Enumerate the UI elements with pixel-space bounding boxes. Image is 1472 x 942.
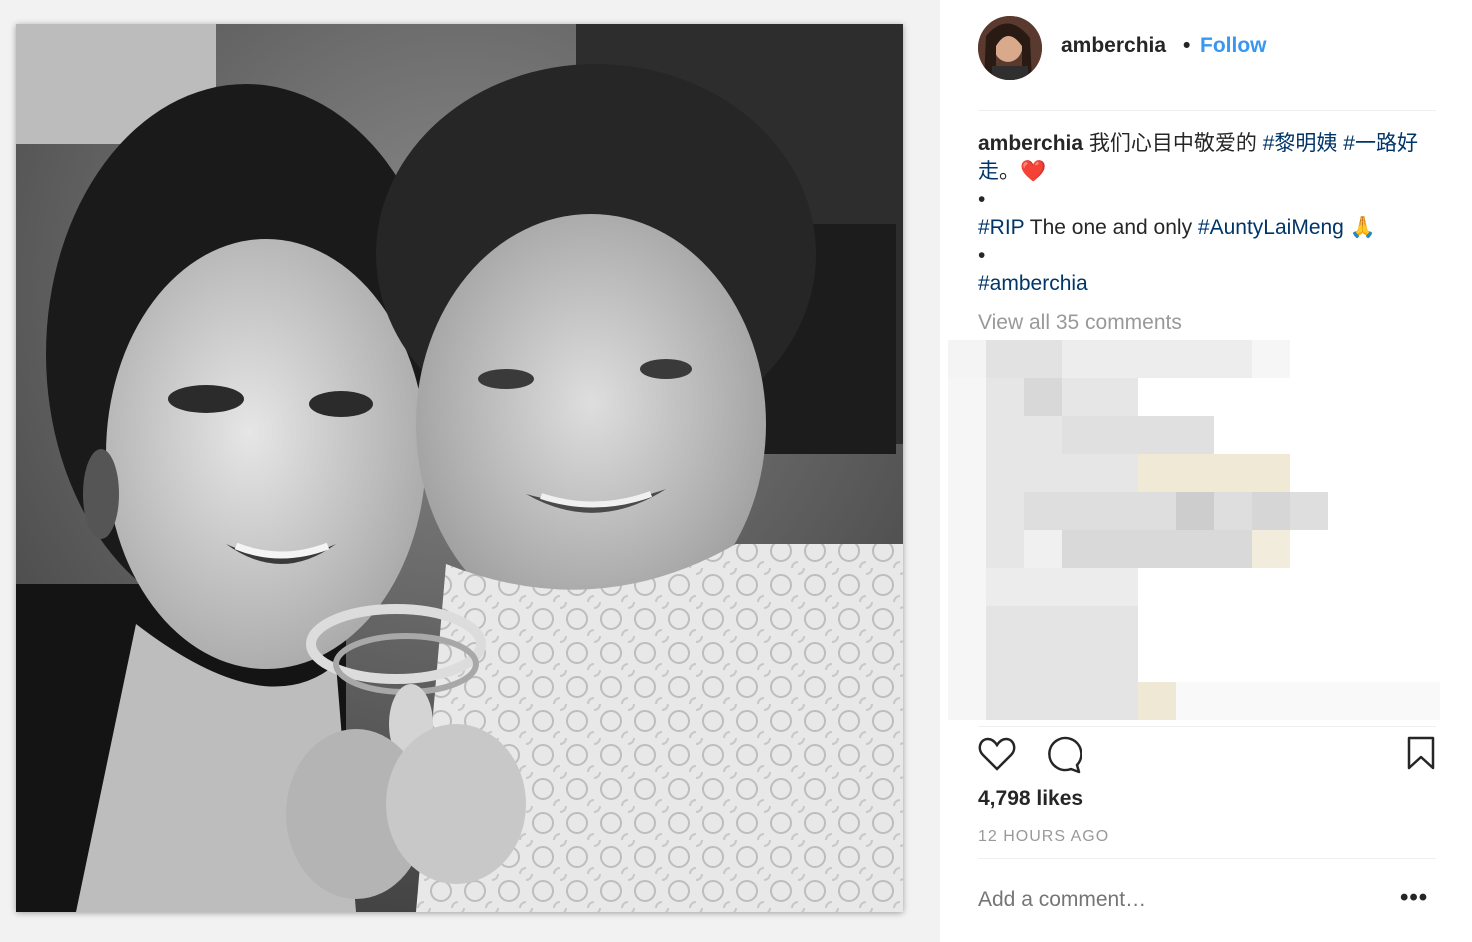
bookmark-icon[interactable] (1406, 736, 1436, 770)
hashtag-link[interactable]: #amberchia (978, 272, 1088, 295)
hashtag-link[interactable]: #黎明姨 (1263, 132, 1338, 155)
view-all-comments-link[interactable]: View all 35 comments (978, 311, 1182, 335)
header-separator: • (1183, 34, 1191, 57)
heart-emoji: ❤️ (1020, 160, 1047, 183)
avatar[interactable] (978, 16, 1042, 80)
post-photo-image (16, 24, 903, 912)
follow-button[interactable]: Follow (1200, 34, 1267, 58)
post-caption: amberchia 我们心目中敬爱的 #黎明姨 #一路好走。❤️ • #RIP … (978, 130, 1438, 298)
comments-divider (978, 726, 1436, 727)
comment-bubble-icon[interactable] (1044, 736, 1082, 774)
post-sidebar: amberchia • Follow amberchia 我们心目中敬爱的 #黎… (940, 0, 1472, 942)
more-options-icon[interactable]: ••• (1400, 884, 1428, 912)
pray-emoji: 🙏 (1349, 216, 1376, 239)
post-timestamp: 12 HOURS AGO (978, 828, 1110, 845)
caption-username[interactable]: amberchia (978, 132, 1083, 155)
caption-text-en: The one and only (1029, 216, 1193, 239)
photo-panel (0, 0, 940, 942)
heart-outline-icon[interactable] (978, 736, 1016, 772)
caption-bullet: • (978, 188, 986, 211)
post-photo[interactable] (16, 24, 903, 912)
caption-text-cn: 我们心目中敬爱的 (1088, 132, 1257, 155)
likes-count[interactable]: 4,798 likes (978, 787, 1083, 811)
avatar-image (978, 16, 1042, 80)
caption-bullet: • (978, 244, 986, 267)
caption-period: 。 (999, 160, 1020, 183)
hashtag-link[interactable]: #AuntyLaiMeng (1198, 216, 1344, 239)
header-username[interactable]: amberchia (1061, 34, 1166, 58)
header-divider (978, 110, 1436, 111)
hashtag-link[interactable]: #RIP (978, 216, 1024, 239)
pixelated-comments (948, 340, 1440, 720)
action-bar (978, 734, 1438, 774)
composer-divider (978, 858, 1436, 859)
add-comment-input[interactable] (978, 888, 1378, 912)
